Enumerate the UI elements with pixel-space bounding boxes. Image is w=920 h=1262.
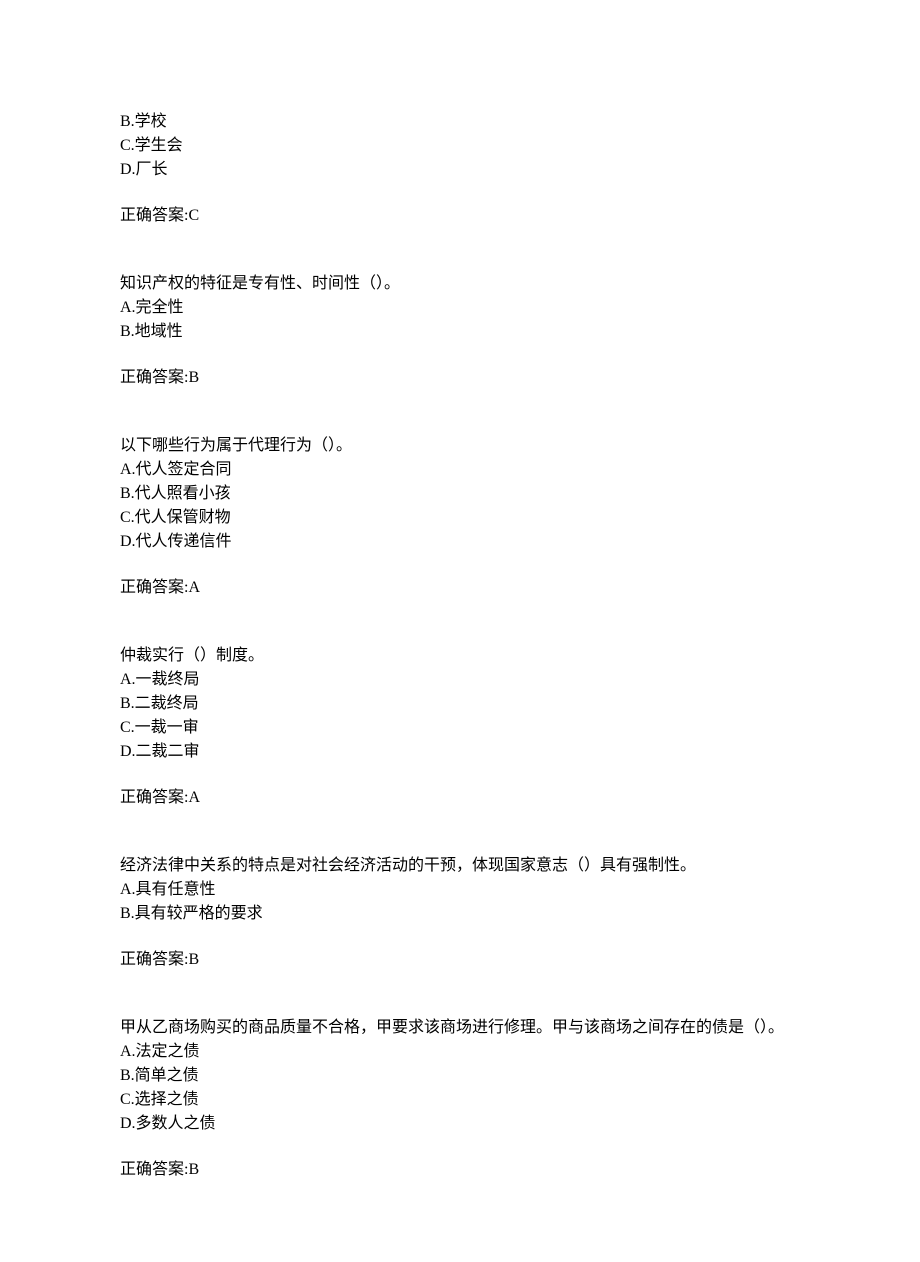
option-b: B.地域性: [120, 320, 800, 344]
option-d: D.厂长: [120, 158, 800, 182]
question-block: B.学校 C.学生会 D.厂长 正确答案:C: [120, 110, 800, 228]
question-block: 以下哪些行为属于代理行为（）。 A.代人签定合同 B.代人照看小孩 C.代人保管…: [120, 434, 800, 600]
answer-label: 正确答案:B: [120, 366, 800, 390]
option-b: B.二裁终局: [120, 692, 800, 716]
option-d: D.多数人之债: [120, 1112, 800, 1136]
question-stem: 甲从乙商场购买的商品质量不合格，甲要求该商场进行修理。甲与该商场之间存在的债是（…: [120, 1016, 800, 1040]
option-d: D.代人传递信件: [120, 530, 800, 554]
option-c: C.学生会: [120, 134, 800, 158]
option-c: C.代人保管财物: [120, 506, 800, 530]
answer-label: 正确答案:C: [120, 204, 800, 228]
option-b: B.简单之债: [120, 1064, 800, 1088]
question-stem: 仲裁实行（）制度。: [120, 644, 800, 668]
option-a: A.完全性: [120, 296, 800, 320]
option-c: C.选择之债: [120, 1088, 800, 1112]
question-block: 知识产权的特征是专有性、时间性（）。 A.完全性 B.地域性 正确答案:B: [120, 272, 800, 390]
option-c: C.一裁一审: [120, 716, 800, 740]
answer-label: 正确答案:A: [120, 786, 800, 810]
option-a: A.代人签定合同: [120, 458, 800, 482]
question-stem: 以下哪些行为属于代理行为（）。: [120, 434, 800, 458]
question-stem: 经济法律中关系的特点是对社会经济活动的干预，体现国家意志（）具有强制性。: [120, 854, 800, 878]
option-b: B.代人照看小孩: [120, 482, 800, 506]
answer-label: 正确答案:B: [120, 1158, 800, 1182]
option-b: B.具有较严格的要求: [120, 902, 800, 926]
question-block: 经济法律中关系的特点是对社会经济活动的干预，体现国家意志（）具有强制性。 A.具…: [120, 854, 800, 972]
option-a: A.具有任意性: [120, 878, 800, 902]
question-block: 甲从乙商场购买的商品质量不合格，甲要求该商场进行修理。甲与该商场之间存在的债是（…: [120, 1016, 800, 1182]
option-d: D.二裁二审: [120, 740, 800, 764]
question-stem: 知识产权的特征是专有性、时间性（）。: [120, 272, 800, 296]
answer-label: 正确答案:B: [120, 948, 800, 972]
document-page: B.学校 C.学生会 D.厂长 正确答案:C 知识产权的特征是专有性、时间性（）…: [0, 0, 920, 1262]
option-a: A.一裁终局: [120, 668, 800, 692]
option-b: B.学校: [120, 110, 800, 134]
answer-label: 正确答案:A: [120, 576, 800, 600]
question-block: 仲裁实行（）制度。 A.一裁终局 B.二裁终局 C.一裁一审 D.二裁二审 正确…: [120, 644, 800, 810]
option-a: A.法定之债: [120, 1040, 800, 1064]
